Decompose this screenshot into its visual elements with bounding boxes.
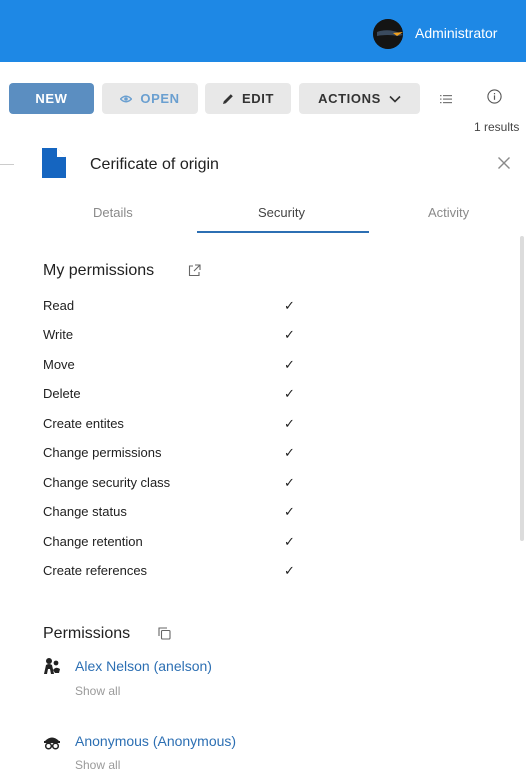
permissions-title: Permissions xyxy=(43,625,131,642)
edit-button-label: EDIT xyxy=(241,91,274,106)
edit-button[interactable]: EDIT xyxy=(205,83,291,114)
permission-check-change-retention: ✓ xyxy=(284,534,295,549)
external-link-icon[interactable] xyxy=(188,264,201,282)
info-icon[interactable] xyxy=(487,89,502,109)
permission-label-change-security-class: Change security class xyxy=(43,475,171,490)
user-name[interactable]: Administrator xyxy=(415,25,497,41)
permission-label-create-references: Create references xyxy=(43,563,148,578)
show-all-link[interactable]: Show all xyxy=(75,758,120,772)
list-view-icon[interactable] xyxy=(440,91,452,109)
principal-name[interactable]: Alex Nelson (anelson) xyxy=(75,658,212,674)
principal-name[interactable]: Anonymous (Anonymous) xyxy=(75,733,236,749)
tab-activity[interactable]: Activity xyxy=(428,205,469,220)
permission-label-write: Write xyxy=(43,327,74,342)
permission-check-change-permissions: ✓ xyxy=(284,445,295,460)
permission-check-change-security-class: ✓ xyxy=(284,475,295,490)
my-permissions-title: My permissions xyxy=(43,262,155,279)
show-all-link[interactable]: Show all xyxy=(75,684,120,698)
copy-icon[interactable] xyxy=(158,627,171,645)
user-group-icon xyxy=(43,657,61,680)
open-button[interactable]: OPEN xyxy=(102,83,198,114)
actions-button-label: ACTIONS xyxy=(318,91,381,106)
results-count: 1 results xyxy=(474,120,520,134)
top-bar: Administrator xyxy=(0,0,526,62)
permission-label-change-retention: Change retention xyxy=(43,534,143,549)
open-button-label: OPEN xyxy=(140,91,180,106)
permission-check-create-references: ✓ xyxy=(284,563,295,578)
active-tab-indicator xyxy=(197,231,369,233)
permission-label-move: Move xyxy=(43,357,75,372)
divider xyxy=(0,164,14,165)
tab-security[interactable]: Security xyxy=(258,205,305,220)
permission-check-create-entities: ✓ xyxy=(284,416,295,431)
permission-label-change-permissions: Change permissions xyxy=(43,445,162,460)
new-button[interactable]: NEW xyxy=(9,83,94,114)
permission-label-read: Read xyxy=(43,298,75,313)
scrollbar[interactable] xyxy=(520,236,524,541)
permission-check-move: ✓ xyxy=(284,357,295,372)
permission-label-create-entities: Create entites xyxy=(43,416,124,431)
chevron-down-icon xyxy=(389,95,401,103)
permission-label-change-status: Change status xyxy=(43,504,127,519)
eye-icon xyxy=(120,93,133,105)
user-avatar[interactable] xyxy=(373,19,403,49)
permission-check-write: ✓ xyxy=(284,327,295,342)
anonymous-icon xyxy=(43,733,61,756)
permission-check-change-status: ✓ xyxy=(284,504,295,519)
pencil-icon xyxy=(222,93,234,105)
permission-check-delete: ✓ xyxy=(284,386,295,401)
actions-button[interactable]: ACTIONS xyxy=(299,83,420,114)
close-icon[interactable] xyxy=(497,156,511,175)
document-icon xyxy=(42,148,66,183)
permission-label-delete: Delete xyxy=(43,386,81,401)
panel-title: Cerificate of origin xyxy=(90,156,219,173)
tab-details[interactable]: Details xyxy=(93,205,133,220)
new-button-label: NEW xyxy=(35,91,68,106)
permission-check-read: ✓ xyxy=(284,298,295,313)
